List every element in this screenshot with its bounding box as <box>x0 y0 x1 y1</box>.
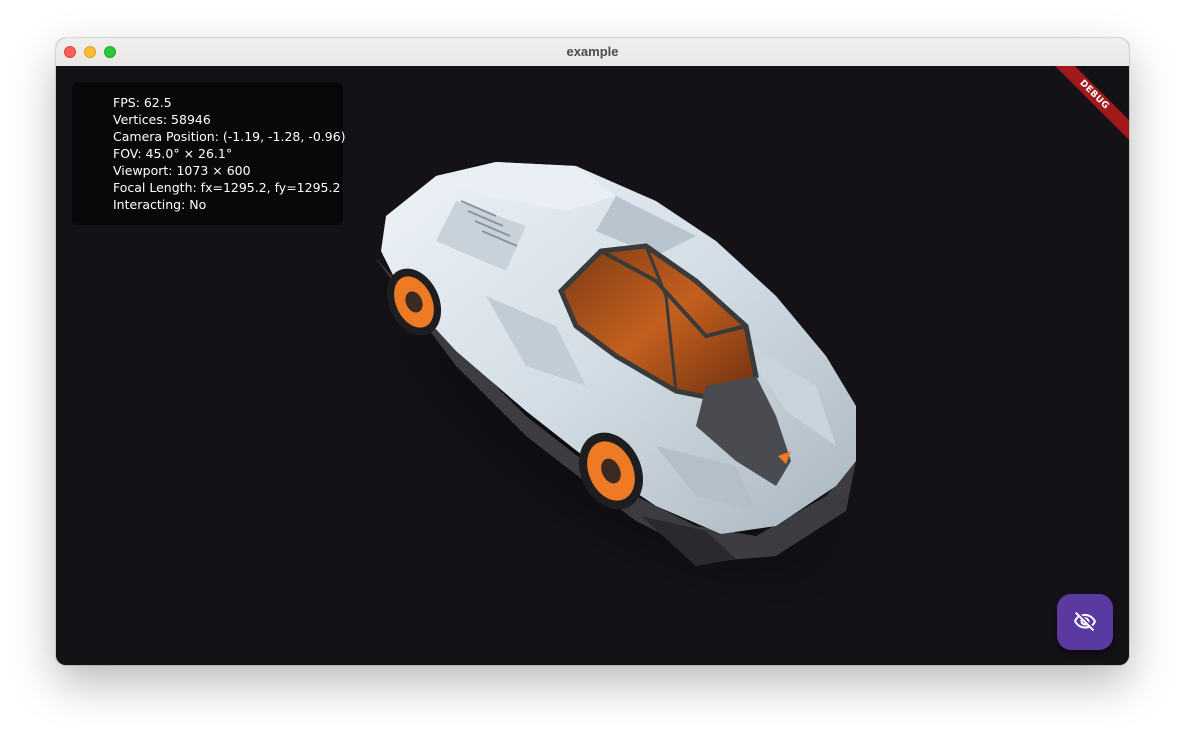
visibility-off-icon <box>1074 611 1096 632</box>
camera-position-label: Camera Position: (-1.19, -1.28, -0.96) <box>113 129 346 144</box>
window-title: example <box>566 44 619 59</box>
3d-viewport[interactable]: FPS: 62.5 Vertices: 58946 Camera Positio… <box>56 66 1129 665</box>
fps-label: FPS: 62.5 <box>113 95 172 110</box>
app-window: example FPS: 62.5 Vertices: 58946 Camera… <box>56 38 1129 665</box>
focal-length-label: Focal Length: fx=1295.2, fy=1295.2 <box>113 180 341 195</box>
toggle-overlay-button[interactable] <box>1057 594 1113 650</box>
vertices-label: Vertices: 58946 <box>113 112 211 127</box>
title-bar: example <box>56 38 1129 67</box>
stats-overlay: FPS: 62.5 Vertices: 58946 Camera Positio… <box>72 82 346 225</box>
viewport-label: Viewport: 1073 × 600 <box>113 163 251 178</box>
interacting-label: Interacting: No <box>113 197 207 212</box>
fov-label: FOV: 45.0° × 26.1° <box>113 146 233 161</box>
